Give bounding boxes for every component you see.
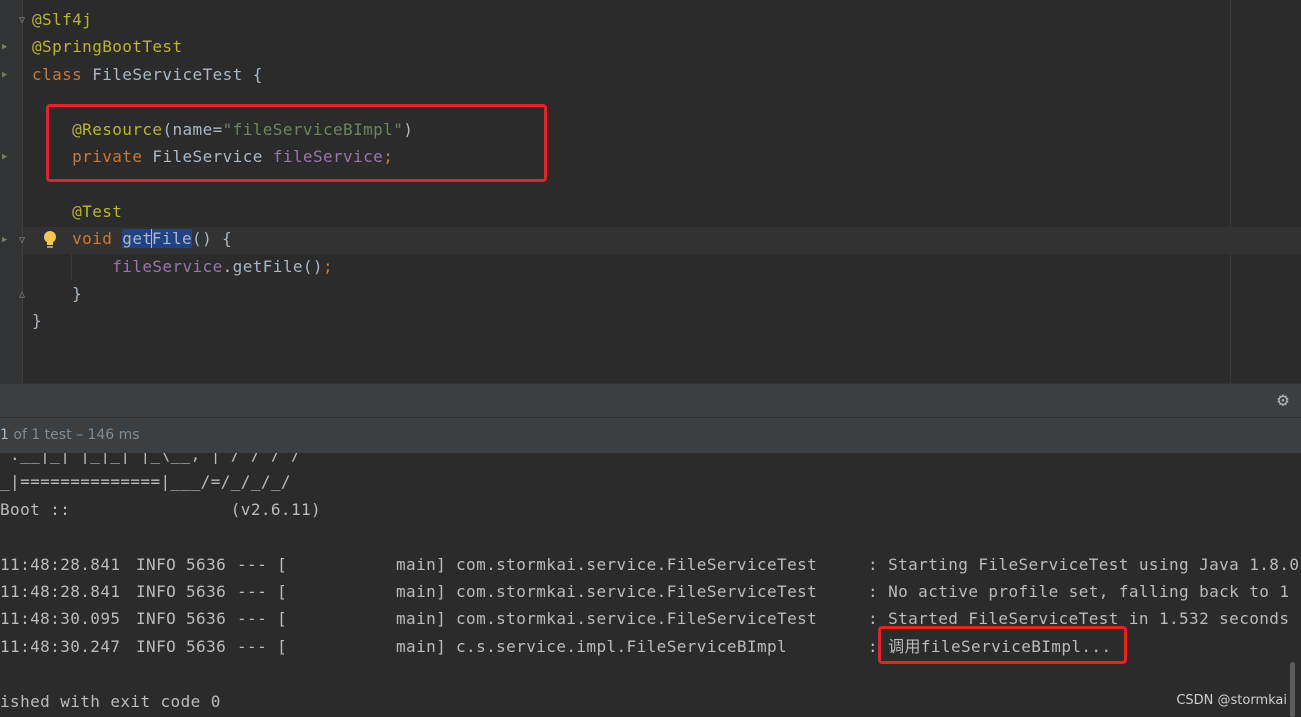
log-sep: --- [	[237, 582, 288, 601]
code-line[interactable]: @Test	[32, 198, 122, 225]
code-token: () {	[192, 229, 233, 249]
log-thread: main]	[396, 636, 447, 656]
log-time: 11:48:28.841	[0, 554, 121, 574]
test-status-bar: 1 of 1 test – 146 ms	[0, 417, 1301, 453]
code-line[interactable]: @Slf4j	[32, 6, 92, 33]
code-token: FileServiceTest {	[92, 64, 263, 84]
gear-icon[interactable]: ⚙	[1273, 390, 1293, 410]
log-time: 11:48:28.841	[0, 582, 121, 601]
log-logger: com.stormkai.service.FileServiceTest	[456, 554, 818, 574]
log-sep: --- [	[237, 636, 288, 656]
gutter-separator	[22, 0, 23, 383]
console-scrollbar[interactable]	[1290, 662, 1295, 717]
console-line: 11:48:28.841 INFO 5636 --- [ main] com.stormk…	[0, 551, 1301, 578]
code-token: ;	[322, 256, 333, 276]
log-logger: c.s.service.impl.FileServiceBImpl	[456, 636, 788, 656]
run-test-gutter-icon[interactable]: ▶	[2, 236, 7, 245]
log-logger: com.stormkai.service.FileServiceTest	[456, 582, 818, 601]
log-msg: : No active profile set, falling back to…	[868, 582, 1290, 601]
code-token: @SpringBootTest	[32, 37, 183, 57]
log-sep: --- [	[237, 609, 288, 629]
test-result-summary: 1 of 1 test – 146 ms	[0, 418, 140, 452]
console-output[interactable]: '.__|_| |_|_| |_\__, | / / / / _|========…	[0, 453, 1301, 717]
code-line[interactable]: }	[32, 307, 42, 334]
code-token: File	[151, 229, 193, 249]
code-token: get	[122, 229, 153, 249]
log-msg: : Starting FileServiceTest using Java 1.…	[868, 554, 1300, 574]
fold-open-icon[interactable]: ▽	[19, 236, 28, 246]
code-token: }	[32, 311, 43, 331]
injection-gutter-icon[interactable]: ▶	[2, 153, 7, 162]
log-level: INFO	[136, 609, 177, 629]
log-thread: main]	[396, 582, 447, 601]
watermark: CSDN @stormkai	[1176, 693, 1287, 708]
code-line[interactable]: @SpringBootTest	[32, 33, 183, 60]
code-line[interactable]: class FileServiceTest {	[32, 61, 263, 88]
highlight-box-log	[878, 626, 1127, 664]
code-token: @Test	[32, 201, 123, 221]
log-level: INFO	[136, 636, 177, 656]
code-token: fileService	[32, 256, 223, 276]
run-gutter-icon[interactable]: ▶	[2, 43, 7, 52]
console-line: '.__|_| |_|_| |_\__, | / / / /	[0, 453, 301, 464]
code-line[interactable]: fileService.getFile();	[32, 253, 333, 280]
log-logger: com.stormkai.service.FileServiceTest	[456, 609, 818, 629]
code-token: }	[32, 284, 83, 303]
console-line: 11:48:28.841 INFO 5636 --- [ main] com.stormk…	[0, 578, 1301, 605]
log-level: INFO	[136, 554, 177, 574]
run-gutter-icon[interactable]: ▶	[2, 71, 7, 80]
code-line[interactable]: }	[32, 280, 82, 307]
log-sep: --- [	[237, 554, 288, 574]
fold-close-icon[interactable]: △	[19, 290, 28, 300]
tests-summary-text: of 1 test – 146 ms	[8, 427, 140, 443]
code-editor[interactable]: ▶ ▶ ▶ ▶ ▽ ▽ △ @Slf4j @SpringBootTest class…	[0, 0, 1301, 383]
log-pid: 5636	[186, 554, 227, 574]
right-margin-guide	[1230, 0, 1231, 383]
log-time: 11:48:30.095	[0, 609, 121, 629]
console-line: Boot :: (v2.6.11)	[0, 499, 322, 519]
highlight-box-resource	[46, 104, 547, 182]
code-token: .getFile()	[222, 256, 323, 276]
code-token: @Slf4j	[32, 10, 93, 29]
log-pid: 5636	[186, 609, 227, 629]
tests-passed-count: 1	[0, 427, 9, 443]
console-line: _|==============|___/=/_/_/_/	[0, 472, 291, 492]
code-token: class	[32, 64, 93, 84]
run-tool-window-header: ⚙	[0, 383, 1301, 417]
code-line[interactable]: void getFile() {	[32, 225, 232, 252]
fold-open-icon[interactable]: ▽	[19, 16, 28, 26]
editor-gutter[interactable]	[0, 0, 22, 383]
log-thread: main]	[396, 554, 447, 574]
process-exit-line: ished with exit code 0	[0, 691, 221, 711]
log-level: INFO	[136, 582, 177, 601]
code-token: void	[32, 229, 123, 249]
log-pid: 5636	[186, 582, 227, 601]
log-pid: 5636	[186, 636, 227, 656]
log-time: 11:48:30.247	[0, 636, 121, 656]
log-thread: main]	[396, 609, 447, 629]
